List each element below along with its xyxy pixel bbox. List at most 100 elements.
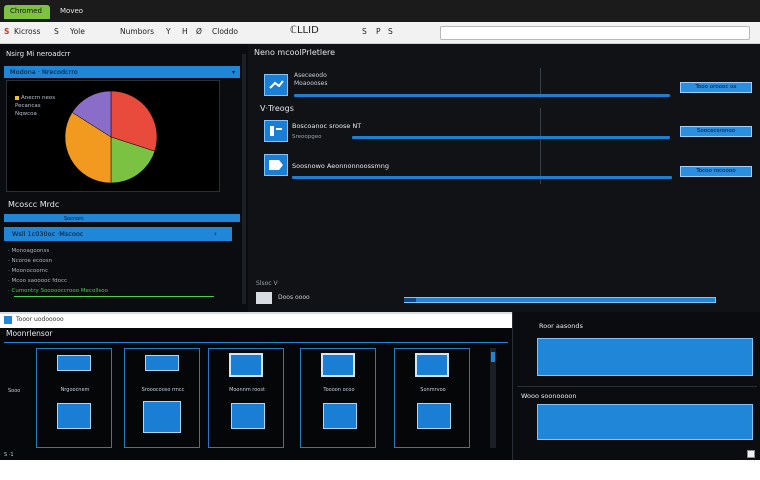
progress-line xyxy=(294,94,670,97)
monitor-icon xyxy=(321,353,355,377)
right-panel-label: Roor aasonds xyxy=(539,322,583,330)
toolbar-item[interactable]: H xyxy=(182,27,188,36)
toolbar-item[interactable]: S xyxy=(54,27,59,36)
sidebar-scrollbar[interactable] xyxy=(242,54,246,304)
footer-text: Doos oooo xyxy=(278,294,310,301)
row-button[interactable]: Tocoo rocoooo xyxy=(680,166,752,177)
right-panel-tile[interactable] xyxy=(537,338,753,376)
toolbar-item[interactable]: Ø xyxy=(196,27,202,36)
bullet-icon[interactable] xyxy=(264,120,288,142)
resize-handle[interactable] xyxy=(747,450,755,458)
card-item[interactable]: Nrgoocnem xyxy=(36,348,112,448)
browser-toolbar: S Kicross S Yole Numbors Y H Ø Cloddo ℂL… xyxy=(0,22,760,44)
card-item[interactable]: Srooocooso rmcc xyxy=(124,348,200,448)
document-icon[interactable] xyxy=(264,74,288,96)
toolbar-item[interactable]: Cloddo xyxy=(212,27,238,36)
section1-header: Neno mcoolPrletlere xyxy=(254,48,754,62)
monitor-icon xyxy=(229,353,263,377)
tile-icon xyxy=(417,403,451,429)
toolbar-item[interactable]: Yole xyxy=(70,27,85,36)
scrollbar-thumb[interactable] xyxy=(491,352,495,362)
arrow-icon[interactable] xyxy=(264,154,288,176)
row-subtitle: Sreoopgeo xyxy=(292,134,322,140)
card-label: Toooon ocoo xyxy=(323,387,355,393)
toolbar-item[interactable]: Y xyxy=(166,27,171,36)
list-item[interactable]: · Moonocoomc xyxy=(8,268,48,274)
left-sidebar: Nsirg Mi neroadcrr Modona · Nrecodcrro ▾… xyxy=(0,44,248,312)
list-item[interactable]: · Ncoroe ecoosn xyxy=(8,258,52,264)
toolbar-item[interactable]: P xyxy=(376,27,381,36)
bottom-title: Moonrlensor xyxy=(6,329,53,338)
section1-title: Neno mcoolPrletlere xyxy=(254,48,336,57)
tile-icon xyxy=(57,403,91,429)
chevron-right-icon[interactable]: › xyxy=(214,230,217,238)
address-bar[interactable] xyxy=(440,26,750,40)
section1-item: Aseceeodo Moaoooses xyxy=(294,72,328,87)
card-item[interactable]: Moonnm roost xyxy=(208,348,284,448)
list-title: Mcoscc Mrdc xyxy=(8,200,60,209)
list-item[interactable]: · Mcoo saooooc fdocc xyxy=(8,278,67,284)
browser-tab[interactable]: Moveo xyxy=(54,5,94,19)
list-item-label: Wsll 1c030oc ·Mscooc xyxy=(12,230,84,238)
right-panel-label: Wooo soonoooon xyxy=(521,392,577,400)
chart-panel: Anecrn neos Pecancas Nqwcoa xyxy=(6,80,220,192)
toolbar-item[interactable]: Kicross xyxy=(14,27,40,36)
card-label: Nrgoocnem xyxy=(60,387,90,393)
row-button[interactable]: Soocecsronoo xyxy=(680,126,752,137)
list-header-bar: Socnorc xyxy=(4,214,240,222)
tile-icon xyxy=(231,403,265,429)
toolbar-item[interactable]: ℂLLID xyxy=(290,25,319,36)
page-footer xyxy=(0,460,760,480)
row-title: Boscoanoc sroose NT xyxy=(292,122,362,130)
bottom-panel-header: Tooor uodooooo xyxy=(0,314,512,328)
bottom-panel: Tooor uodooooo Moonrlensor Sooo Nrgoocne… xyxy=(0,312,512,460)
main-panel: Neno mcoolPrletlere Aseceeodo Moaoooses … xyxy=(248,44,760,312)
list-item-selected[interactable]: Wsll 1c030oc ·Mscooc xyxy=(4,227,232,241)
chevron-down-icon[interactable]: ▾ xyxy=(232,69,235,76)
card-label: Sonmrvoo xyxy=(420,387,446,393)
footer-label: Slsoc V xyxy=(256,280,278,287)
progress-line xyxy=(292,176,672,179)
tile-icon xyxy=(143,401,181,433)
window-icon xyxy=(57,355,91,371)
row-title: Soosnowo Aeonnonnoossmng xyxy=(292,162,389,170)
right-panel: Roor aasonds Wooo soonoooon xyxy=(512,312,760,460)
bottom-footer-mark: S ·1 xyxy=(4,452,14,458)
chart-panel-title: Modona · Nrecodcrro xyxy=(10,68,78,76)
monitor-icon xyxy=(415,353,449,377)
list-item[interactable]: · Monoagoonss xyxy=(8,248,49,254)
toolbar-item[interactable]: S xyxy=(388,27,393,36)
scrollbar-thumb[interactable] xyxy=(404,298,416,302)
list-item[interactable]: · Cumontry Soooooccrooo Mecollsoo xyxy=(8,288,108,294)
pie-chart xyxy=(64,90,158,184)
list-subtitle: Socnorc xyxy=(64,216,84,222)
toolbar-item[interactable]: S xyxy=(362,27,367,36)
browser-tab-active[interactable]: Chromed xyxy=(4,5,50,19)
chart-panel-titlebar[interactable]: Modona · Nrecodcrro xyxy=(4,66,240,78)
progress-line xyxy=(352,136,670,139)
bottom-title-bar: Moonrlensor xyxy=(4,328,508,340)
card-label: Srooocooso rmcc xyxy=(141,387,185,393)
divider xyxy=(4,342,508,343)
footer-checkbox[interactable] xyxy=(256,292,272,304)
tile-icon xyxy=(323,403,357,429)
chart-legend-item: Nqwcoa xyxy=(15,111,37,117)
bottom-header-text: Tooor uodooooo xyxy=(16,316,64,323)
toolbar-item[interactable]: S xyxy=(4,27,9,36)
toolbar-item[interactable]: Numbors xyxy=(120,27,154,36)
browser-tab-strip: Chromed Moveo xyxy=(0,0,760,22)
sidebar-header: Nsirg Mi neroadcrr xyxy=(6,50,71,58)
card-item[interactable]: Sonmrvoo xyxy=(394,348,470,448)
vertical-scrollbar[interactable] xyxy=(490,348,496,448)
right-panel-tile[interactable] xyxy=(537,404,753,440)
chart-legend-item: Pecancas xyxy=(15,103,41,109)
horizontal-scrollbar[interactable] xyxy=(404,297,716,303)
section1-button[interactable]: Tooo oroooc ox xyxy=(680,82,752,93)
chart-legend-item: Anecrn neos xyxy=(15,95,55,101)
card-label: Moonnm roost xyxy=(229,387,265,393)
side-label: Sooo xyxy=(8,388,21,394)
card-item[interactable]: Toooon ocoo xyxy=(300,348,376,448)
section2-title: V·Treogs xyxy=(260,104,294,113)
legend-swatch xyxy=(15,95,19,100)
window-icon xyxy=(145,355,179,371)
